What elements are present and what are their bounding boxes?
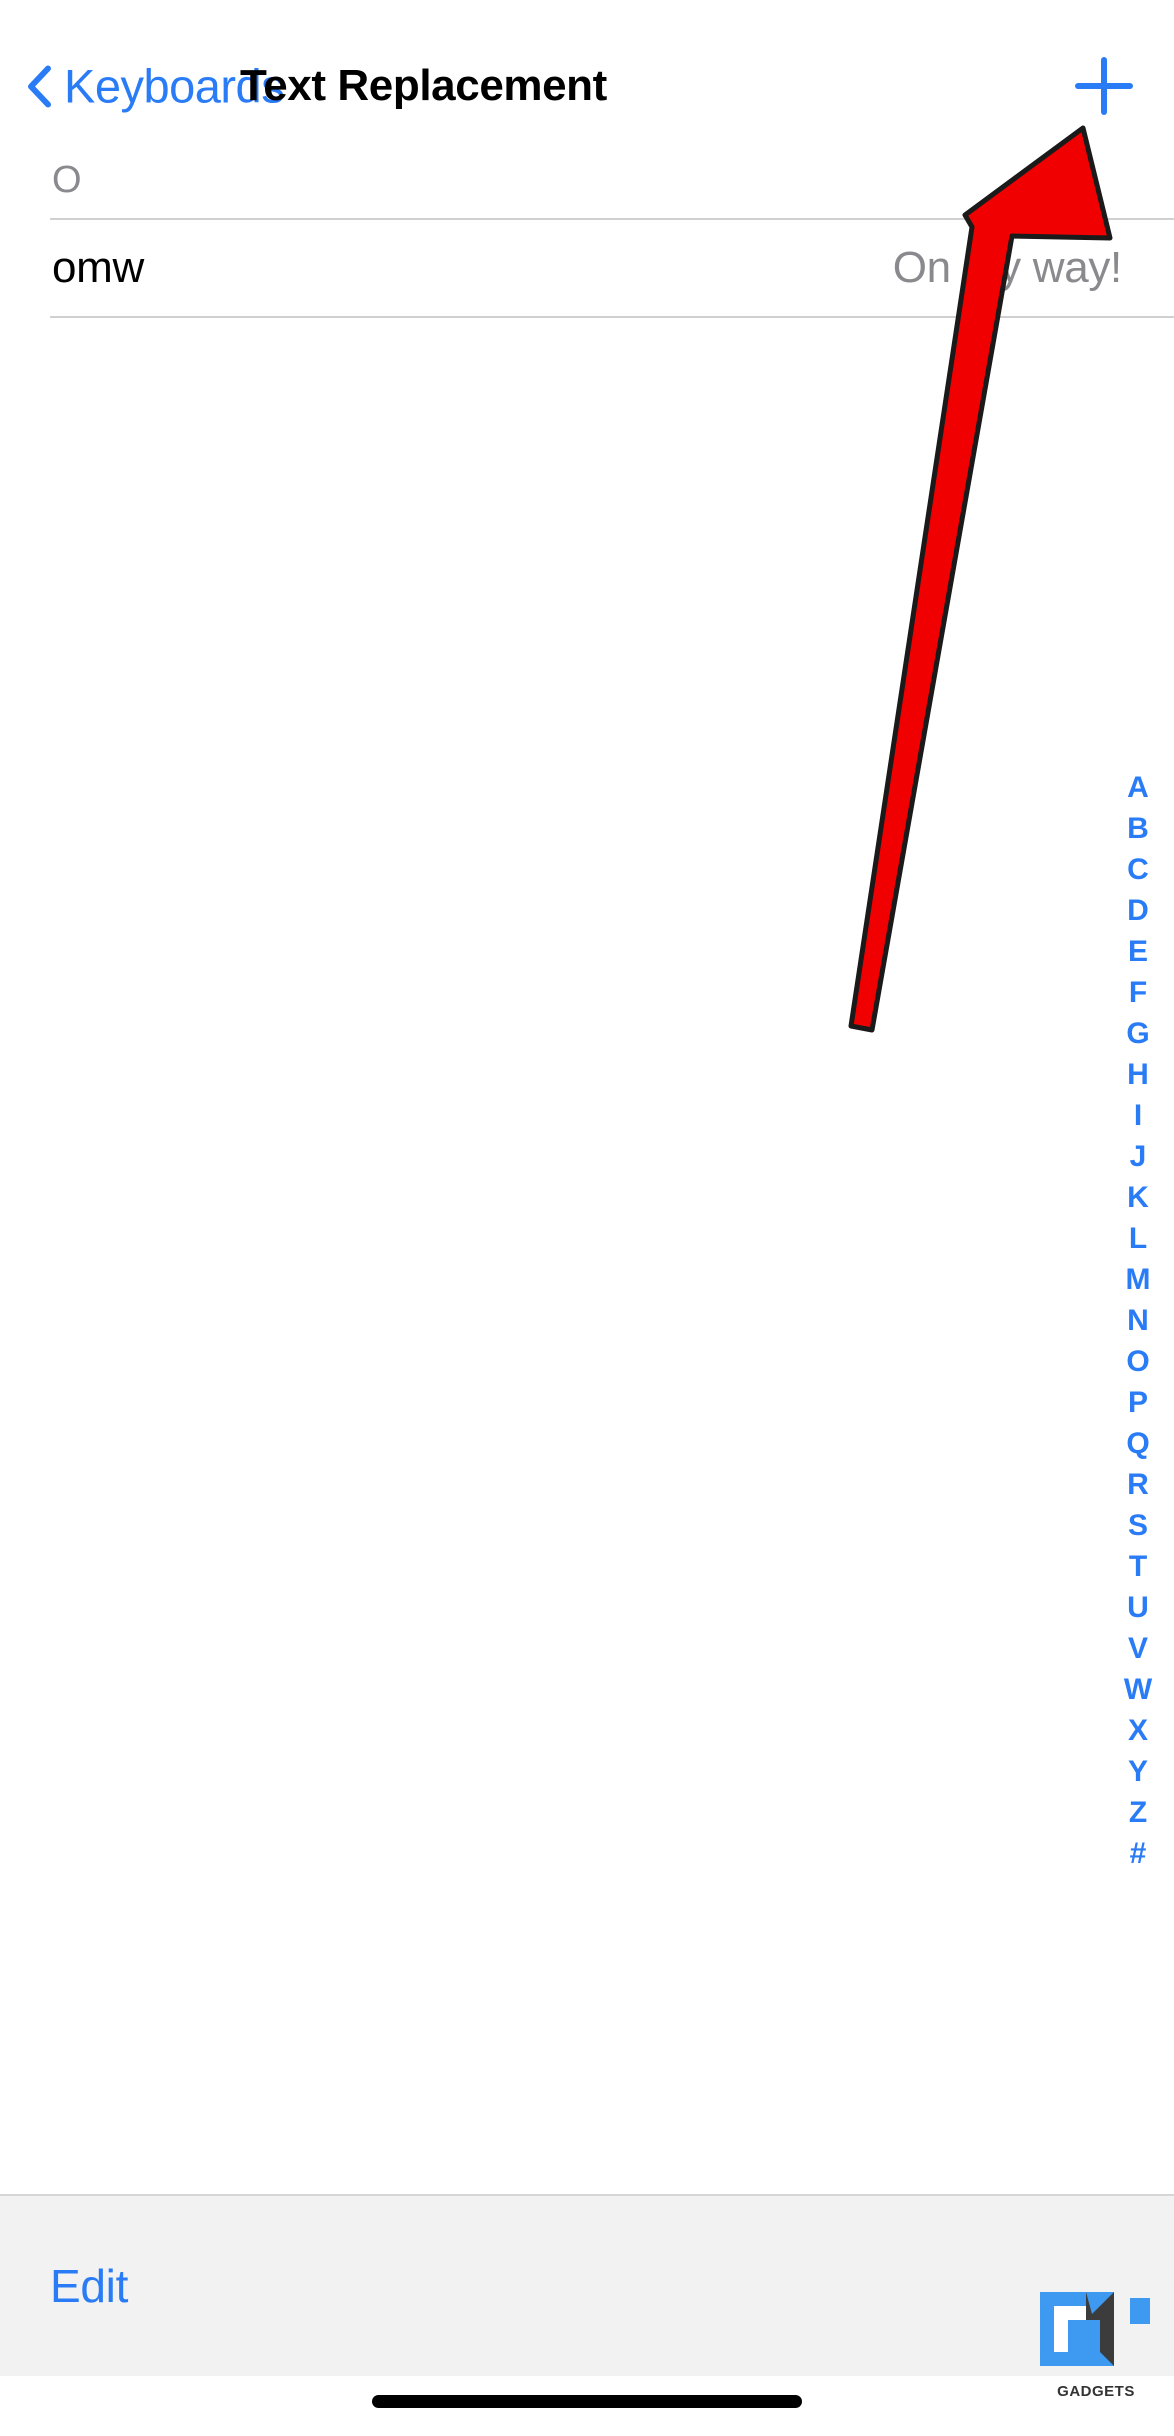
- text-replacement-list: O omw On my way! A B C D E F G H I J K L…: [0, 142, 1174, 2194]
- home-indicator: [372, 2395, 802, 2408]
- index-letter[interactable]: L: [1129, 1218, 1147, 1259]
- index-letter[interactable]: A: [1127, 767, 1149, 808]
- edit-button[interactable]: Edit: [50, 2259, 128, 2313]
- section-header-label: O: [52, 158, 82, 201]
- index-letter[interactable]: W: [1124, 1669, 1152, 1710]
- watermark-label: GADGETS: [1057, 2383, 1135, 2400]
- add-button[interactable]: [1070, 52, 1138, 120]
- list-separator-bottom: [50, 316, 1174, 318]
- index-letter[interactable]: C: [1127, 849, 1149, 890]
- index-letter[interactable]: O: [1126, 1341, 1149, 1382]
- plus-icon: [1075, 57, 1133, 115]
- index-letter[interactable]: K: [1127, 1177, 1149, 1218]
- bottom-toolbar: Edit: [0, 2194, 1174, 2376]
- index-letter[interactable]: R: [1127, 1464, 1149, 1505]
- index-letter[interactable]: E: [1128, 931, 1148, 972]
- index-letter[interactable]: X: [1128, 1710, 1148, 1751]
- index-letter[interactable]: H: [1127, 1054, 1149, 1095]
- index-letter[interactable]: M: [1126, 1259, 1151, 1300]
- index-letter-hash[interactable]: #: [1130, 1833, 1147, 1874]
- index-letter[interactable]: G: [1126, 1013, 1149, 1054]
- index-letter[interactable]: D: [1127, 890, 1149, 931]
- index-letter[interactable]: Z: [1129, 1792, 1147, 1833]
- status-bar-spacer: [0, 0, 1174, 30]
- index-letter[interactable]: N: [1127, 1300, 1149, 1341]
- index-letter[interactable]: U: [1127, 1587, 1149, 1628]
- index-letter[interactable]: I: [1134, 1095, 1142, 1136]
- page-title: Text Replacement: [240, 61, 607, 110]
- index-letter[interactable]: V: [1128, 1628, 1148, 1669]
- iphone-screen: Keyboards Text Replacement O omw On my w…: [0, 0, 1174, 2436]
- gadgets-watermark-logo: [1040, 2288, 1152, 2394]
- index-letter[interactable]: J: [1130, 1136, 1147, 1177]
- chevron-left-icon: [26, 64, 52, 108]
- index-letter[interactable]: P: [1128, 1382, 1148, 1423]
- section-index-bar[interactable]: A B C D E F G H I J K L M N O P Q R S T …: [1114, 767, 1162, 1874]
- index-letter[interactable]: Y: [1128, 1751, 1148, 1792]
- index-letter[interactable]: S: [1128, 1505, 1148, 1546]
- index-letter[interactable]: T: [1129, 1546, 1147, 1587]
- table-row[interactable]: omw On my way!: [0, 220, 1174, 316]
- index-letter[interactable]: B: [1127, 808, 1149, 849]
- index-letter[interactable]: Q: [1126, 1423, 1149, 1464]
- row-shortcut: omw: [52, 243, 144, 292]
- navigation-bar: Keyboards Text Replacement: [0, 30, 1174, 142]
- index-letter[interactable]: F: [1129, 972, 1147, 1013]
- row-phrase: On my way!: [892, 243, 1123, 292]
- section-header-o: O: [0, 142, 1174, 218]
